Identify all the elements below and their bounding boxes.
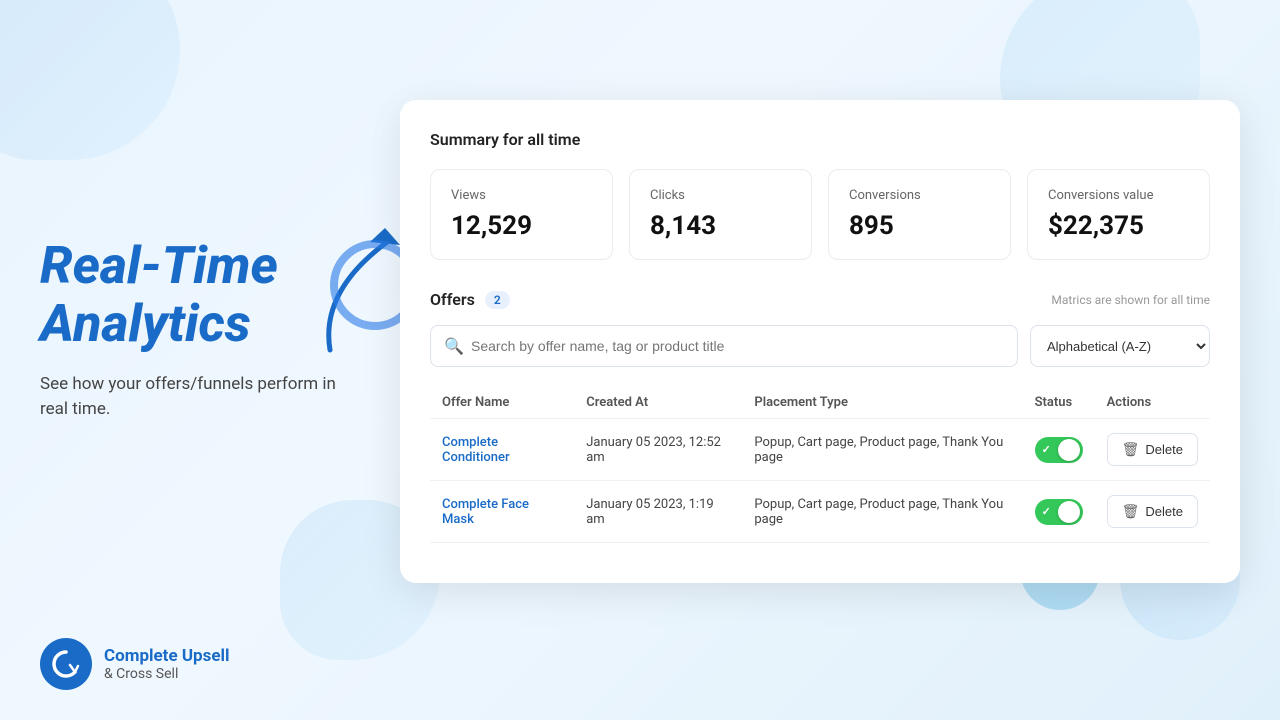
col-status: Status (1023, 387, 1095, 419)
offer-name-cell: Complete Face Mask (430, 481, 574, 543)
toggle-check-icon: ✓ (1042, 443, 1051, 456)
stat-label-conversions: Conversions (849, 188, 990, 203)
offers-note: Matrics are shown for all time (1051, 293, 1210, 307)
table-row: Complete Conditioner January 05 2023, 12… (430, 419, 1210, 481)
col-created-at: Created At (574, 387, 742, 419)
search-sort-row: 🔍 Alphabetical (A-Z) Alphabetical (Z-A) … (430, 325, 1210, 367)
sort-select[interactable]: Alphabetical (A-Z) Alphabetical (Z-A) Ne… (1030, 325, 1210, 367)
stat-card-clicks: Clicks 8,143 (629, 169, 812, 260)
offers-title-wrap: Offers 2 (430, 290, 510, 309)
stat-value-views: 12,529 (451, 211, 592, 241)
stat-card-views: Views 12,529 (430, 169, 613, 260)
stat-card-conv-value: Conversions value $22,375 (1027, 169, 1210, 260)
col-placement-type: Placement Type (742, 387, 1022, 419)
toggle-check-icon: ✓ (1042, 505, 1051, 518)
delete-label: Delete (1145, 504, 1183, 519)
offer-actions-cell: 🗑 Delete (1095, 419, 1210, 481)
stat-card-conversions: Conversions 895 (828, 169, 1011, 260)
offer-created-cell: January 05 2023, 1:19 am (574, 481, 742, 543)
toggle-knob (1058, 439, 1080, 461)
col-offer-name: Offer Name (430, 387, 574, 419)
stat-value-conversions: 895 (849, 211, 990, 241)
offer-name-link[interactable]: Complete Conditioner (442, 435, 510, 465)
brand-text: Complete Upsell & Cross Sell (104, 646, 230, 682)
offer-status-cell: ✓ (1023, 419, 1095, 481)
offers-title: Offers (430, 290, 475, 309)
status-toggle[interactable]: ✓ (1035, 499, 1083, 525)
trash-icon: 🗑 (1122, 441, 1140, 458)
table-row: Complete Face Mask January 05 2023, 1:19… (430, 481, 1210, 543)
offer-name-link[interactable]: Complete Face Mask (442, 497, 529, 527)
summary-title: Summary for all time (430, 130, 1210, 149)
stat-label-clicks: Clicks (650, 188, 791, 203)
offer-placement-cell: Popup, Cart page, Product page, Thank Yo… (742, 419, 1022, 481)
stat-label-conv-value: Conversions value (1048, 188, 1189, 203)
offer-name-cell: Complete Conditioner (430, 419, 574, 481)
toggle-knob (1058, 501, 1080, 523)
brand-logo: Complete Upsell & Cross Sell (40, 638, 230, 690)
stat-label-views: Views (451, 188, 592, 203)
stats-row: Views 12,529 Clicks 8,143 Conversions 89… (430, 169, 1210, 260)
stat-value-conv-value: $22,375 (1048, 211, 1189, 241)
logo-icon (40, 638, 92, 690)
brand-name: Complete Upsell (104, 646, 230, 666)
search-input[interactable] (430, 325, 1018, 367)
offers-count-badge: 2 (485, 291, 510, 309)
hero-subtitle: See how your offers/funnels perform in r… (40, 372, 340, 423)
search-icon: 🔍 (444, 337, 464, 356)
delete-label: Delete (1145, 442, 1183, 457)
delete-button[interactable]: 🗑 Delete (1107, 495, 1198, 528)
main-panel: Summary for all time Views 12,529 Clicks… (400, 100, 1240, 583)
offers-header: Offers 2 Matrics are shown for all time (430, 290, 1210, 309)
offer-placement-cell: Popup, Cart page, Product page, Thank Yo… (742, 481, 1022, 543)
offer-created-cell: January 05 2023, 12:52 am (574, 419, 742, 481)
delete-button[interactable]: 🗑 Delete (1107, 433, 1198, 466)
offer-actions-cell: 🗑 Delete (1095, 481, 1210, 543)
offers-table: Offer Name Created At Placement Type Sta… (430, 387, 1210, 543)
offer-status-cell: ✓ (1023, 481, 1095, 543)
stat-value-clicks: 8,143 (650, 211, 791, 241)
status-toggle[interactable]: ✓ (1035, 437, 1083, 463)
trash-icon: 🗑 (1122, 503, 1140, 520)
search-wrapper: 🔍 (430, 325, 1018, 367)
col-actions: Actions (1095, 387, 1210, 419)
brand-sub: & Cross Sell (104, 666, 230, 682)
